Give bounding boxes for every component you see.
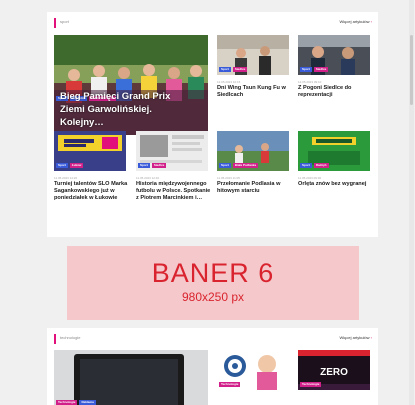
article-title[interactable]: Historia międzywojennego futbolu w Polsc… [136,181,212,202]
article-badges: Technologie Reklama [56,400,96,405]
more-articles-link[interactable]: Więcej artykułów › [340,335,372,340]
badge[interactable]: Sport [300,67,312,72]
article-badges: Sport Siedlce [219,67,248,72]
article-badges: Sport Łuków [56,163,84,168]
badge[interactable]: Siedlce [313,67,329,72]
badge[interactable]: Radzyń [313,163,329,168]
badge[interactable]: Sport [219,163,231,168]
badge[interactable]: Łuków [69,163,84,168]
article-date: 11.05.2023 09:30 [298,176,322,180]
badge[interactable]: Sport [56,163,68,168]
article-thumbnail[interactable]: Sport Biała Podlaska [217,131,289,171]
article-badges: Sport Biała Podlaska [219,163,259,168]
article-thumbnail[interactable]: Technologie [217,350,289,390]
article-title[interactable]: Dni Wing Tsun Kung Fu w Siedlcach [217,85,291,99]
more-articles-label: Więcej artykułów [339,19,370,24]
article-badges: Sport Siedlce [138,163,167,168]
article-title[interactable]: Z Pogoni Siedlce do reprezentacji [298,85,372,99]
section-name: sport [60,19,69,24]
chevron-right-icon: › [370,335,372,340]
section-accent-bar [54,334,56,344]
badge[interactable]: Technologie [219,382,241,387]
banner-size: 980x250 px [181,290,245,304]
article-title[interactable]: Przełomanie Podlasia w hitowym starciu [217,181,293,195]
badge[interactable]: Technologie [300,382,322,387]
article-badges: Sport Siedlce [300,67,329,72]
section-accent-bar [54,18,56,28]
article-title[interactable]: Orlęta znów bez wygranej [298,181,374,188]
article-title[interactable]: Turniej talentów SLO Marka Sagankowskieg… [54,181,130,202]
hero-article[interactable]: Sport Garwolin 12.05.2023 09:30 Bieg Pam… [54,35,208,135]
section-header: technologie Więcej artykułów › [54,334,372,344]
hero-title[interactable]: Bieg Pamięci Grand Prix Ziemi Garwolińsk… [60,90,196,129]
article-date: 11.05.2023 14:20 [54,176,78,180]
page-scrollbar[interactable] [409,0,414,405]
article-thumbnail[interactable]: Sport Radzyń [298,131,370,171]
ad-banner[interactable]: BANER 6 980x250 px [67,246,359,320]
article-badges: Technologie [219,382,241,387]
badge[interactable]: Siedlce [232,67,248,72]
section-header: sport Więcej artykułów › [54,18,372,28]
badge[interactable]: Technologie [56,400,78,405]
article-date: 12.05.2023 10:15 [217,80,241,84]
article-thumbnail[interactable]: Technologie Reklama [54,350,208,405]
article-badges: Sport Radzyń [300,163,329,168]
article-date: 11.05.2023 12:40 [136,176,160,180]
badge[interactable]: Siedlce [151,163,167,168]
banner-title: BANER 6 [151,258,275,288]
article-date: 12.05.2023 09:10 [298,80,322,84]
badge[interactable]: Sport [219,67,231,72]
badge[interactable]: Sport [138,163,150,168]
article-thumbnail[interactable]: Sport Siedlce [217,35,289,75]
article-thumbnail[interactable]: ZERO Technologie [298,350,370,390]
article-thumbnail[interactable]: Sport Siedlce [136,131,208,171]
tile-logo-text: ZERO [320,367,348,378]
sport-section: sport Więcej artykułów › Sport Garwolin [47,12,378,237]
technology-section: technologie Więcej artykułów › Technolog… [47,328,378,405]
article-thumbnail[interactable]: Sport Łuków [54,131,126,171]
section-name: technologie [60,335,81,340]
article-badges: Technologie [300,382,322,387]
more-articles-link[interactable]: Więcej artykułów › [340,19,372,24]
article-image [54,350,208,405]
chevron-right-icon: › [370,19,372,24]
badge[interactable]: Biała Podlaska [232,163,259,168]
article-thumbnail[interactable]: Sport Siedlce [298,35,370,75]
badge[interactable]: Reklama [79,400,96,405]
page: sport Więcej artykułów › Sport Garwolin [0,0,415,405]
badge[interactable]: Sport [300,163,312,168]
article-date: 11.05.2023 11:05 [217,176,240,180]
more-articles-label: Więcej artykułów [339,335,370,340]
scrollbar-thumb[interactable] [410,35,413,105]
